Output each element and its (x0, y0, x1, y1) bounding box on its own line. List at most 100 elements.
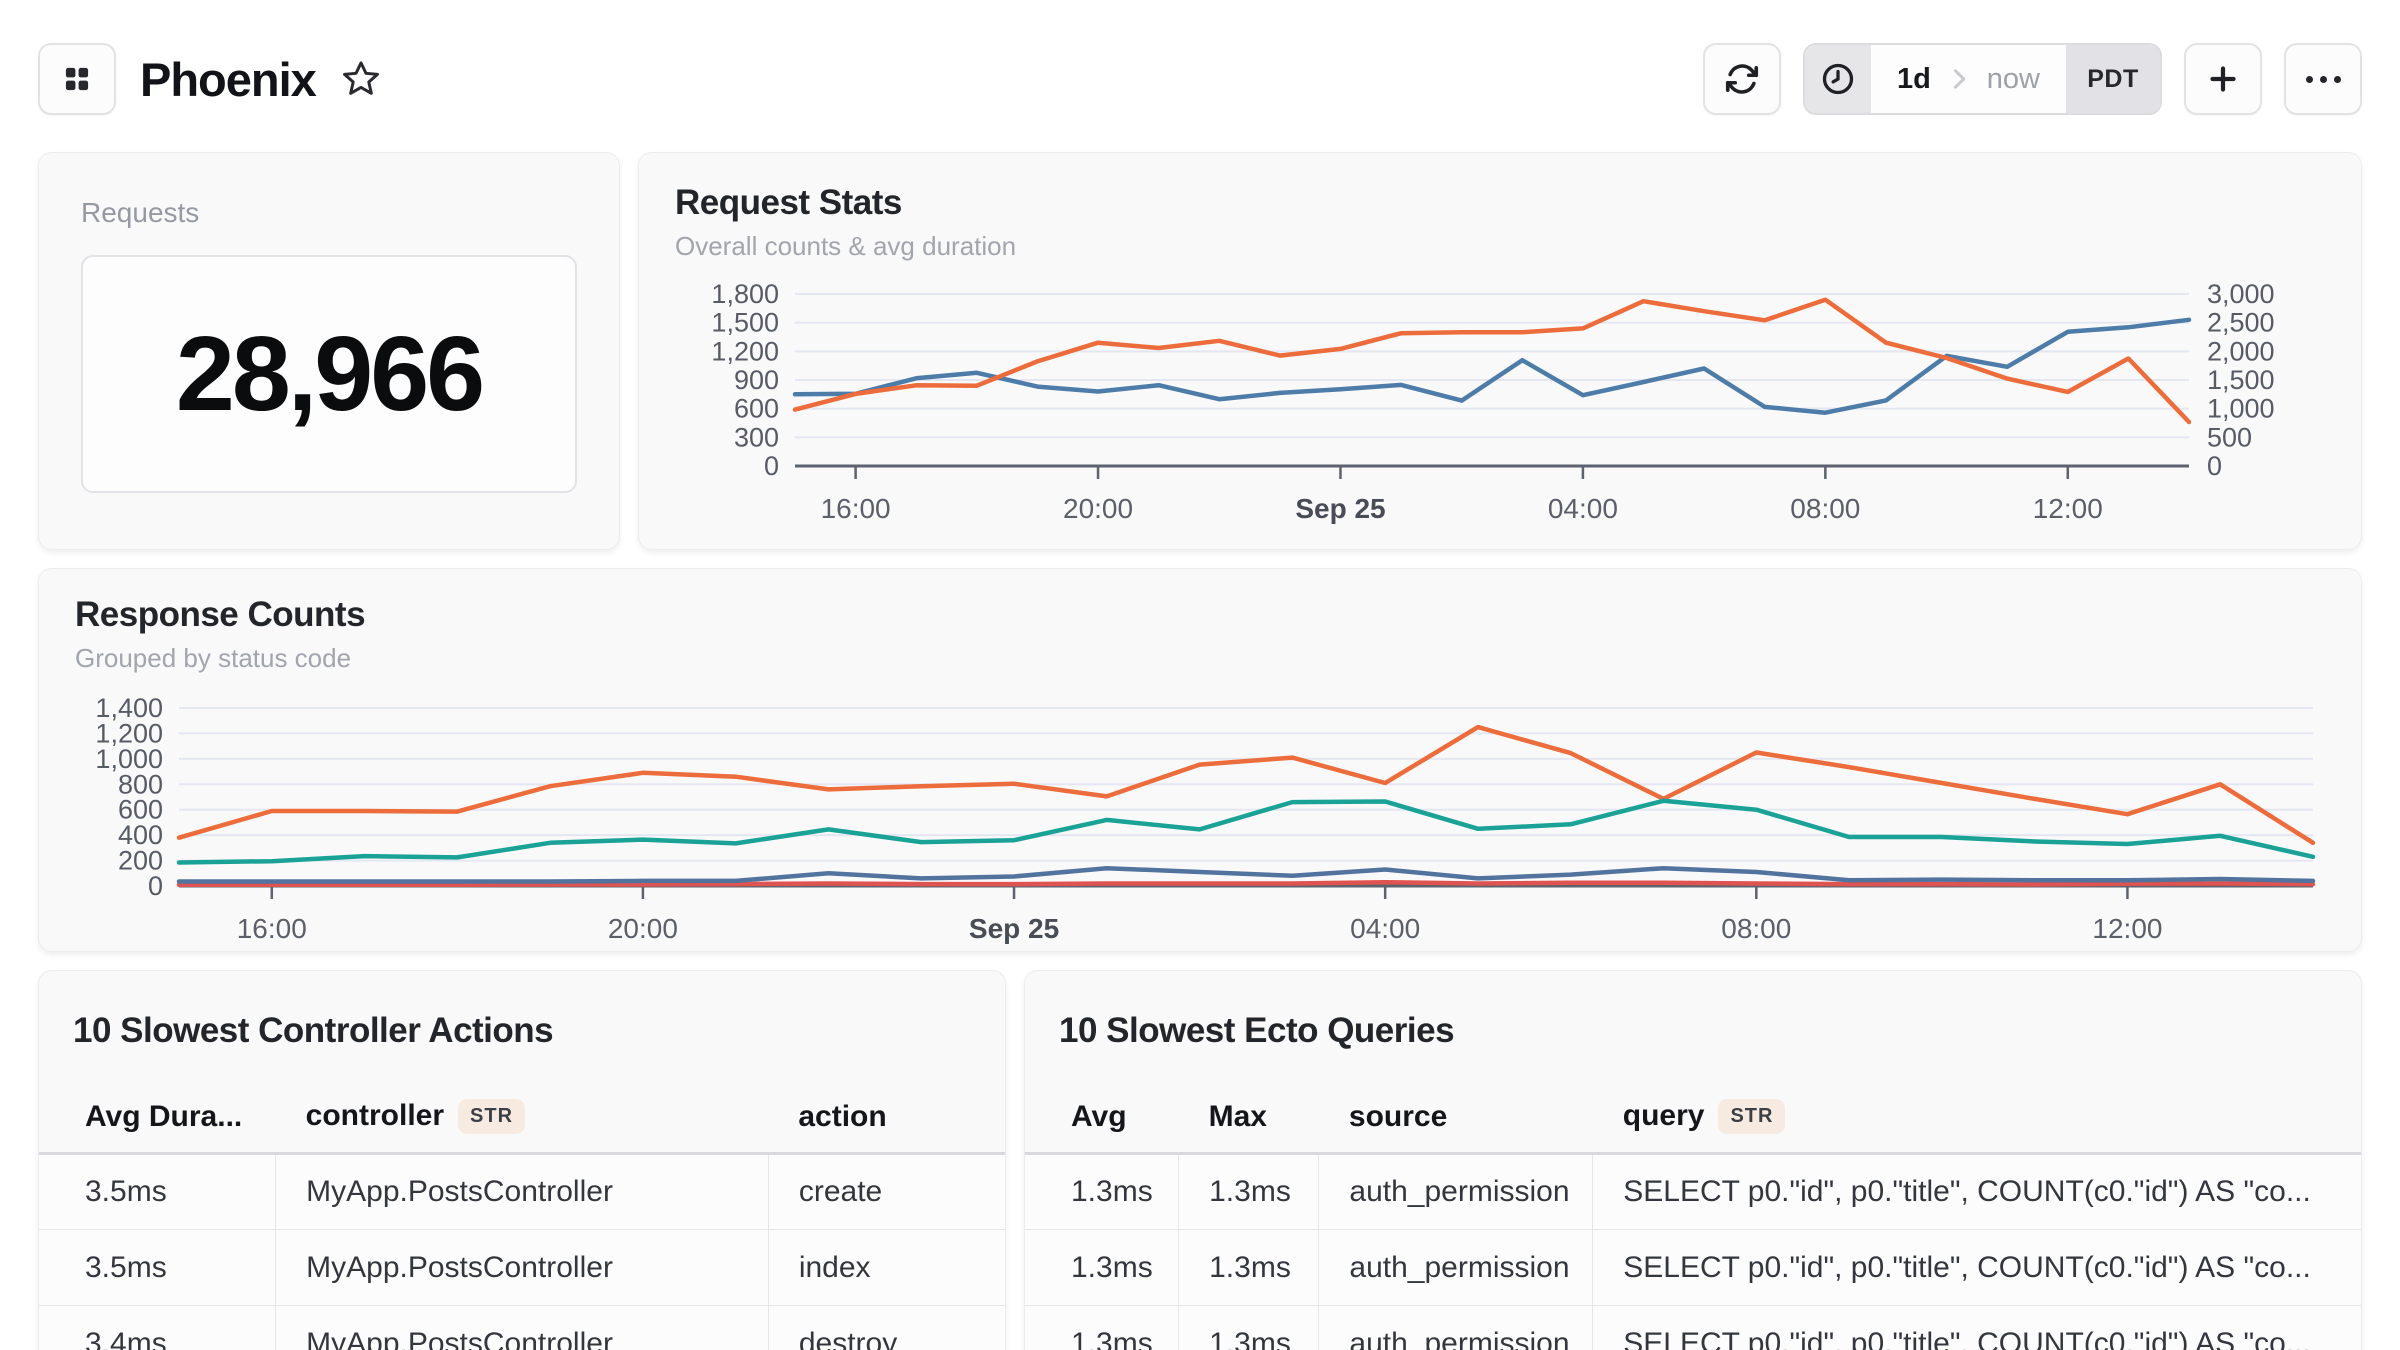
request-stats-card: Request Stats Overall counts & avg durat… (638, 152, 2362, 550)
requests-card: Requests 28,966 (38, 152, 620, 550)
table-cell: 1.3ms (1025, 1306, 1179, 1350)
table-cell: 1.3ms (1179, 1306, 1319, 1350)
svg-text:16:00: 16:00 (237, 913, 307, 944)
column-header-label: Avg (1071, 1100, 1127, 1133)
svg-text:1,400: 1,400 (95, 693, 163, 723)
chevron-right-icon (1945, 65, 1973, 93)
requests-value: 28,966 (176, 314, 482, 435)
table-cell: 3.5ms (39, 1230, 276, 1306)
svg-text:08:00: 08:00 (1790, 493, 1860, 524)
column-header-label: query (1623, 1099, 1705, 1132)
page-title: Phoenix (140, 52, 316, 107)
svg-text:12:00: 12:00 (2033, 493, 2103, 524)
table-cell: MyApp.PostsController (276, 1154, 769, 1230)
clock-icon (1820, 61, 1856, 97)
apps-grid-button[interactable] (38, 43, 116, 115)
requests-value-box[interactable]: 28,966 (81, 255, 577, 493)
time-range-display[interactable]: 1d now (1871, 45, 2066, 113)
svg-text:1,500: 1,500 (2207, 365, 2275, 395)
refresh-button[interactable] (1703, 43, 1781, 115)
table-cell: 1.3ms (1179, 1154, 1319, 1230)
type-badge: STR (458, 1099, 525, 1134)
plus-icon (2205, 61, 2241, 97)
column-header-label: controller (306, 1099, 444, 1132)
time-range-control[interactable]: 1d now PDT (1803, 43, 2162, 115)
table-cell: SELECT p0."id", p0."title", COUNT(c0."id… (1593, 1306, 2361, 1350)
table-header-row: Avg Dura... controller STR action (39, 1085, 1005, 1154)
table-row[interactable]: 3.5msMyApp.PostsControllercreate (39, 1154, 1005, 1230)
request-stats-chart[interactable]: 03006009001,2001,5001,80005001,0001,5002… (675, 272, 2327, 534)
controller-actions-title: 10 Slowest Controller Actions (39, 1011, 1005, 1051)
column-header[interactable]: controller STR (276, 1085, 769, 1154)
svg-text:04:00: 04:00 (1548, 493, 1618, 524)
svg-text:900: 900 (734, 365, 779, 395)
table-cell: SELECT p0."id", p0."title", COUNT(c0."id… (1593, 1230, 2361, 1306)
svg-text:300: 300 (734, 422, 779, 452)
requests-label: Requests (81, 197, 577, 229)
more-button[interactable] (2284, 43, 2362, 115)
ecto-queries-card: 10 Slowest Ecto Queries Avg Max source quer… (1024, 970, 2362, 1350)
svg-text:600: 600 (734, 394, 779, 424)
ecto-queries-title: 10 Slowest Ecto Queries (1025, 1011, 2361, 1051)
response-counts-chart[interactable]: 02004006008001,0001,2001,40016:0020:00Se… (75, 684, 2327, 952)
table-header-row: Avg Max source querySTR (1025, 1085, 2361, 1154)
column-header[interactable]: source (1319, 1085, 1593, 1154)
column-header[interactable]: Avg (1025, 1085, 1179, 1154)
dashboard: Requests 28,966 Request Stats Overall co… (0, 152, 2400, 1350)
table-row[interactable]: 1.3ms1.3msauth_permissionSELECT p0."id",… (1025, 1306, 2361, 1350)
table-cell: index (768, 1230, 1005, 1306)
svg-text:1,000: 1,000 (2207, 394, 2275, 424)
table-cell: 3.5ms (39, 1154, 276, 1230)
column-header[interactable]: Avg Dura... (39, 1085, 276, 1154)
svg-text:2,000: 2,000 (2207, 336, 2275, 366)
time-range-start: 1d (1897, 63, 1931, 96)
column-header-label: source (1349, 1100, 1447, 1133)
svg-text:1,500: 1,500 (711, 308, 779, 338)
table-cell: MyApp.PostsController (276, 1230, 769, 1306)
svg-text:Sep 25: Sep 25 (969, 913, 1059, 944)
table-cell: create (768, 1154, 1005, 1230)
table-cell: 1.3ms (1025, 1154, 1179, 1230)
column-header[interactable]: Max (1179, 1085, 1319, 1154)
svg-text:0: 0 (2207, 451, 2222, 481)
table-row[interactable]: 3.4msMyApp.PostsControllerdestroy (39, 1306, 1005, 1350)
column-header-label: action (798, 1100, 886, 1133)
table-row[interactable]: 1.3ms1.3msauth_permissionSELECT p0."id",… (1025, 1230, 2361, 1306)
svg-text:2,500: 2,500 (2207, 308, 2275, 338)
svg-text:08:00: 08:00 (1721, 913, 1791, 944)
table-cell: MyApp.PostsController (276, 1306, 769, 1350)
add-button[interactable] (2184, 43, 2262, 115)
column-header[interactable]: querySTR (1593, 1085, 2361, 1154)
response-counts-subtitle: Grouped by status code (75, 643, 2325, 674)
ellipsis-icon (2302, 76, 2344, 83)
request-stats-title: Request Stats (675, 183, 2325, 223)
time-picker-button[interactable] (1805, 45, 1871, 113)
request-stats-subtitle: Overall counts & avg duration (675, 231, 2325, 262)
timezone-button[interactable]: PDT (2066, 45, 2160, 113)
table-row[interactable]: 1.3ms1.3msauth_permissionSELECT p0."id",… (1025, 1154, 2361, 1230)
ecto-queries-table: AvgMaxsourcequerySTR1.3ms1.3msauth_permi… (1025, 1085, 2361, 1350)
table-cell: 3.4ms (39, 1306, 276, 1350)
svg-text:20:00: 20:00 (1063, 493, 1133, 524)
table-cell: auth_permission (1319, 1230, 1593, 1306)
table-cell: SELECT p0."id", p0."title", COUNT(c0."id… (1593, 1154, 2361, 1230)
column-header-label: Avg Dura... (85, 1100, 242, 1133)
svg-text:12:00: 12:00 (2092, 913, 2162, 944)
table-cell: auth_permission (1319, 1306, 1593, 1350)
table-cell: destroy (768, 1306, 1005, 1350)
svg-text:0: 0 (764, 451, 779, 481)
favorite-star-icon[interactable] (340, 58, 382, 100)
grid-icon (58, 60, 96, 98)
table-cell: auth_permission (1319, 1154, 1593, 1230)
controller-actions-card: 10 Slowest Controller Actions Avg Dura..… (38, 970, 1006, 1350)
svg-text:500: 500 (2207, 422, 2252, 452)
controller-actions-table: Avg Dura...controllerSTRaction3.5msMyApp… (39, 1085, 1005, 1350)
svg-text:3,000: 3,000 (2207, 279, 2275, 309)
svg-text:1,200: 1,200 (711, 336, 779, 366)
time-range-end: now (1987, 63, 2040, 96)
table-cell: 1.3ms (1025, 1230, 1179, 1306)
column-header[interactable]: action (768, 1085, 1005, 1154)
svg-text:20:00: 20:00 (608, 913, 678, 944)
table-row[interactable]: 3.5msMyApp.PostsControllerindex (39, 1230, 1005, 1306)
column-header-label: Max (1209, 1100, 1267, 1133)
